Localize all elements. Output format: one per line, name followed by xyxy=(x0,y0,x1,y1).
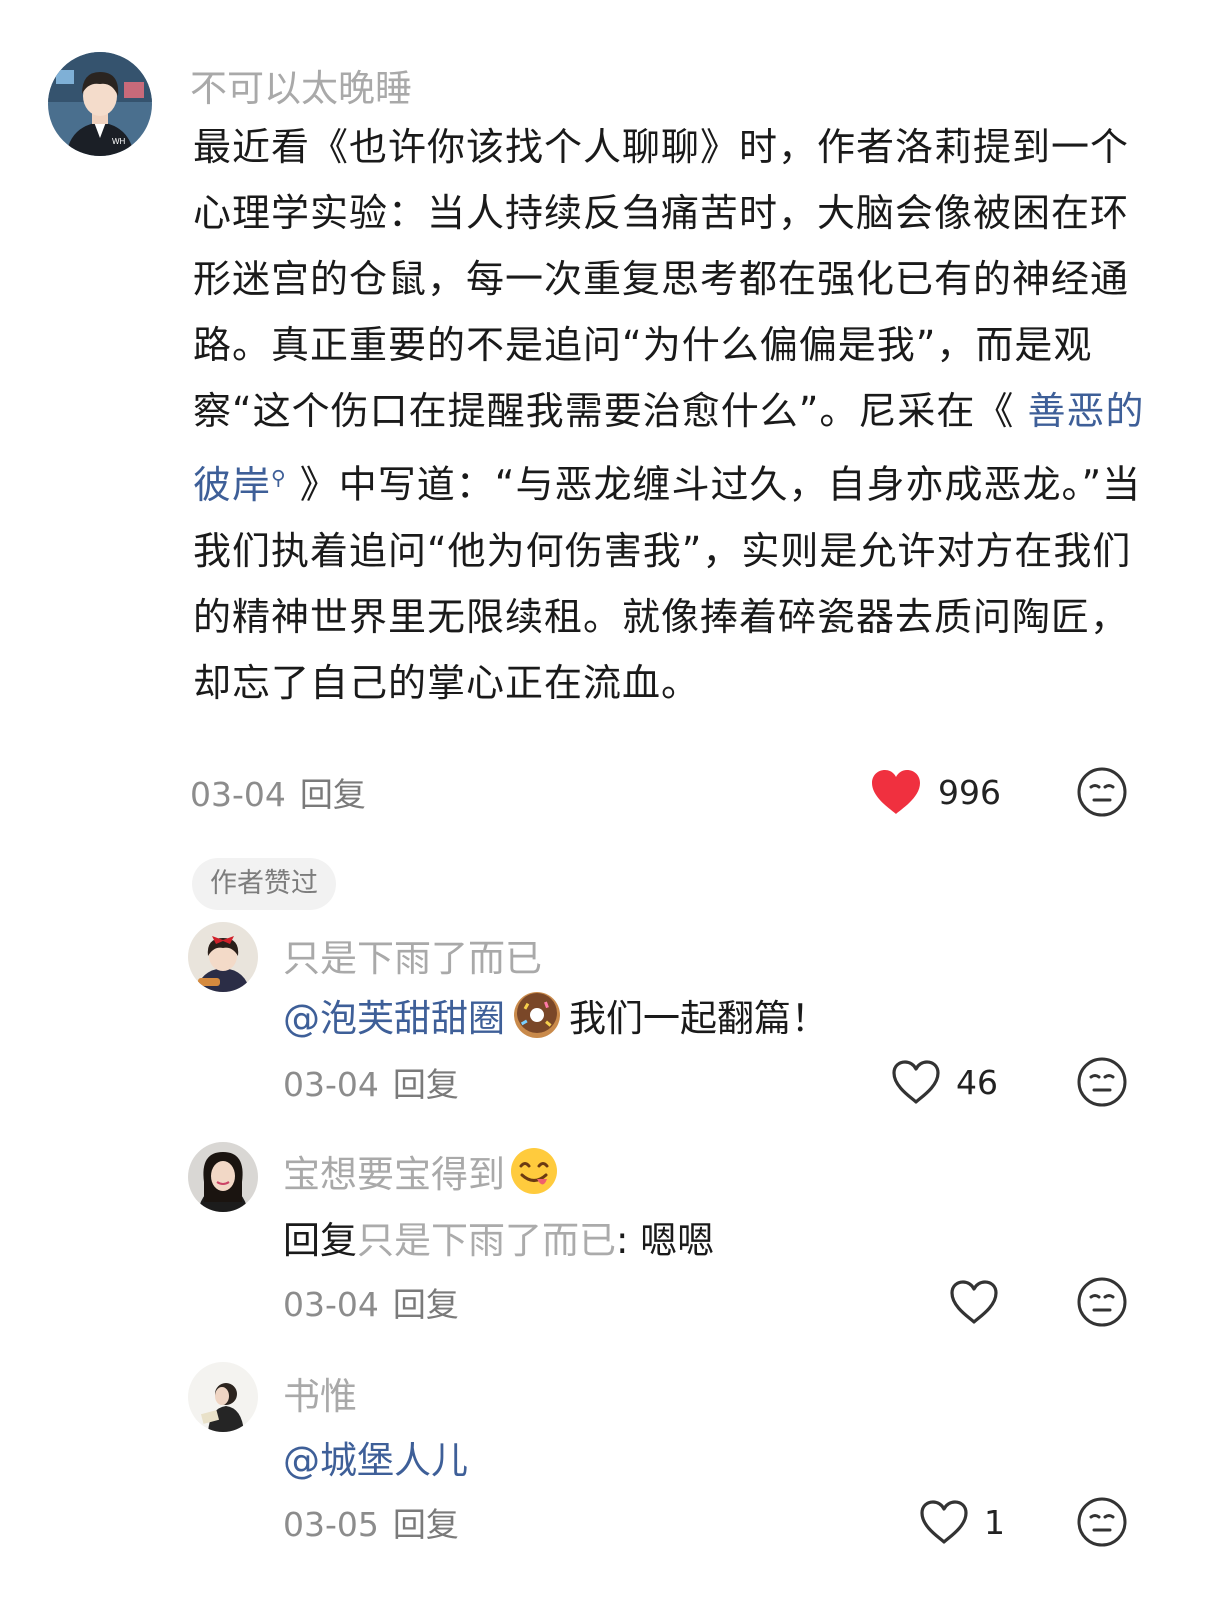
reply-username-text[interactable]: 宝想要宝得到 xyxy=(283,1144,505,1198)
neutral-face-icon[interactable] xyxy=(1076,766,1128,818)
yum-face-emoji xyxy=(511,1148,557,1194)
avatar[interactable] xyxy=(188,1142,258,1212)
avatar[interactable] xyxy=(188,922,258,992)
reply-text: : 嗯嗯 xyxy=(616,1219,715,1262)
reply-button[interactable]: 回复 xyxy=(393,1505,459,1544)
like-button[interactable] xyxy=(948,1278,1014,1326)
reply-username[interactable]: 只是下雨了而已 xyxy=(283,928,542,982)
avatar[interactable] xyxy=(188,1362,258,1432)
reply-text: 我们一起翻篇！ xyxy=(569,997,828,1040)
reply-body: @城堡人儿 xyxy=(283,1430,468,1484)
comment-body-part-2: 》中写道：“与恶龙缠斗过久，自身亦成恶龙。”当我们执着追问“他为何伤害我”，实则… xyxy=(193,462,1142,705)
heart-outline-icon xyxy=(950,1280,998,1324)
comment-username[interactable]: 不可以太晚睡 xyxy=(190,58,412,112)
heart-outline-icon xyxy=(920,1500,968,1544)
reply-date: 03-04 xyxy=(283,1065,379,1104)
reply-button[interactable]: 回复 xyxy=(393,1285,459,1324)
donut-emoji xyxy=(514,992,560,1038)
like-button[interactable]: 996 xyxy=(870,768,1001,816)
reply-prefix: 回复 xyxy=(283,1219,357,1262)
reply-button[interactable]: 回复 xyxy=(300,775,366,814)
comment-thread: WH 不可以太晚睡 最近看《也许你该找个人聊聊》时，作者洛莉提到一个心理学实验：… xyxy=(0,0,1206,1608)
reply-date: 03-05 xyxy=(283,1505,379,1544)
comment-body-part-1: 最近看《也许你该找个人聊聊》时，作者洛莉提到一个心理学实验：当人持续反刍痛苦时，… xyxy=(193,125,1130,433)
avatar[interactable]: WH xyxy=(48,52,152,156)
reply-button[interactable]: 回复 xyxy=(393,1065,459,1104)
like-button[interactable]: 46 xyxy=(890,1058,998,1106)
reply-meta: 03-04 回复 xyxy=(283,1278,459,1326)
neutral-face-icon[interactable] xyxy=(1076,1276,1128,1328)
reply-meta: 03-05 回复 xyxy=(283,1498,459,1546)
svg-text:WH: WH xyxy=(112,137,126,146)
like-count: 46 xyxy=(956,1062,998,1102)
reply-date: 03-04 xyxy=(283,1285,379,1324)
comment-meta: 03-04 回复 xyxy=(190,768,366,816)
neutral-face-icon[interactable] xyxy=(1076,1056,1128,1108)
reply-username[interactable]: 宝想要宝得到 xyxy=(283,1144,559,1198)
reply-body: 回复 只是下雨了而已: 嗯嗯 xyxy=(283,1210,714,1264)
mention-link[interactable]: @泡芙甜甜圈 xyxy=(283,988,505,1042)
mention-link[interactable]: @城堡人儿 xyxy=(283,1430,468,1484)
reply-username[interactable]: 书惟 xyxy=(283,1366,357,1420)
neutral-face-icon[interactable] xyxy=(1076,1496,1128,1548)
like-count: 1 xyxy=(984,1502,1005,1542)
comment-date: 03-04 xyxy=(190,775,286,814)
heart-outline-icon xyxy=(892,1060,940,1104)
reply-body: @泡芙甜甜圈 我们一起翻篇！ xyxy=(283,988,828,1042)
search-icon: ⚲ xyxy=(271,465,287,489)
comment-body: 最近看《也许你该找个人聊聊》时，作者洛莉提到一个心理学实验：当人持续反刍痛苦时，… xyxy=(193,114,1153,716)
heart-filled-icon xyxy=(872,770,920,814)
reply-meta: 03-04 回复 xyxy=(283,1058,459,1106)
like-count: 996 xyxy=(938,772,1001,812)
author-liked-badge: 作者赞过 xyxy=(192,858,336,910)
like-button[interactable]: 1 xyxy=(918,1498,1005,1546)
reply-to-user[interactable]: 只是下雨了而已 xyxy=(357,1210,616,1264)
